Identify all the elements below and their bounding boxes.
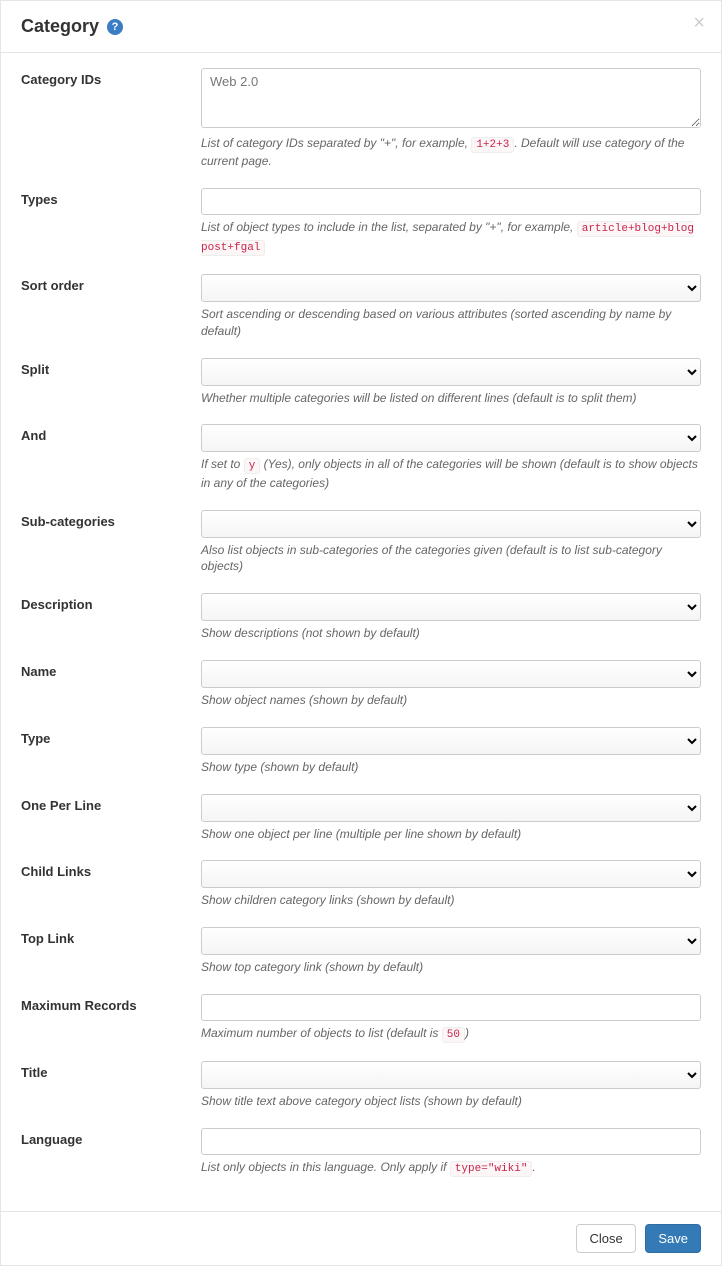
help-code: type="wiki" [450,1161,533,1177]
help-text: List only objects in this language. Only… [201,1160,450,1174]
help-text: . [532,1160,535,1174]
help-types: List of object types to include in the l… [201,219,701,256]
close-icon[interactable]: × [693,13,705,33]
help-text: (Yes), only objects in all of the catego… [201,457,698,489]
select-one-per-line[interactable] [201,794,701,822]
category-modal: Category ? × Category IDs Web 2.0 List o… [0,0,722,1266]
label-language: Language [21,1128,201,1177]
help-text: If set to [201,457,244,471]
label-split: Split [21,358,201,407]
help-sort-order: Sort ascending or descending based on va… [201,306,701,340]
help-child-links: Show children category links (shown by d… [201,892,701,909]
label-type: Type [21,727,201,776]
label-one-per-line: One Per Line [21,794,201,843]
help-code: y [244,458,261,474]
label-maximum-records: Maximum Records [21,994,201,1043]
label-sort-order: Sort order [21,274,201,340]
label-description: Description [21,593,201,642]
help-sub-categories: Also list objects in sub-categories of t… [201,542,701,576]
modal-header: Category ? × [1,1,721,53]
help-text: ) [465,1026,469,1040]
select-title[interactable] [201,1061,701,1089]
input-maximum-records[interactable] [201,994,701,1021]
select-name[interactable] [201,660,701,688]
modal-footer: Close Save [1,1211,721,1265]
help-and: If set to y (Yes), only objects in all o… [201,456,701,491]
label-top-link: Top Link [21,927,201,976]
select-child-links[interactable] [201,860,701,888]
modal-body: Category IDs Web 2.0 List of category ID… [1,53,721,1211]
help-text: Maximum number of objects to list (defau… [201,1026,442,1040]
save-button[interactable]: Save [645,1224,701,1253]
label-title: Title [21,1061,201,1110]
select-split[interactable] [201,358,701,386]
input-category-ids[interactable]: Web 2.0 [201,68,701,128]
help-one-per-line: Show one object per line (multiple per l… [201,826,701,843]
help-code: 1+2+3 [471,137,514,153]
help-category-ids: List of category IDs separated by "+", f… [201,135,701,170]
modal-title: Category [21,16,99,37]
help-name: Show object names (shown by default) [201,692,701,709]
help-description: Show descriptions (not shown by default) [201,625,701,642]
label-sub-categories: Sub-categories [21,510,201,576]
label-child-links: Child Links [21,860,201,909]
help-code: 50 [442,1027,465,1043]
label-types: Types [21,188,201,256]
select-top-link[interactable] [201,927,701,955]
input-types[interactable] [201,188,701,215]
label-and: And [21,424,201,491]
help-maximum-records: Maximum number of objects to list (defau… [201,1025,701,1043]
help-split: Whether multiple categories will be list… [201,390,701,407]
help-language: List only objects in this language. Only… [201,1159,701,1177]
help-text: List of category IDs separated by "+", f… [201,136,471,150]
select-sort-order[interactable] [201,274,701,302]
label-name: Name [21,660,201,709]
input-language[interactable] [201,1128,701,1155]
select-and[interactable] [201,424,701,452]
close-button[interactable]: Close [576,1224,635,1253]
help-top-link: Show top category link (shown by default… [201,959,701,976]
select-type[interactable] [201,727,701,755]
help-text: List of object types to include in the l… [201,220,577,234]
modal-title-row: Category ? [21,16,701,37]
help-title: Show title text above category object li… [201,1093,701,1110]
select-sub-categories[interactable] [201,510,701,538]
help-icon[interactable]: ? [107,19,123,35]
help-type: Show type (shown by default) [201,759,701,776]
label-category-ids: Category IDs [21,68,201,170]
select-description[interactable] [201,593,701,621]
